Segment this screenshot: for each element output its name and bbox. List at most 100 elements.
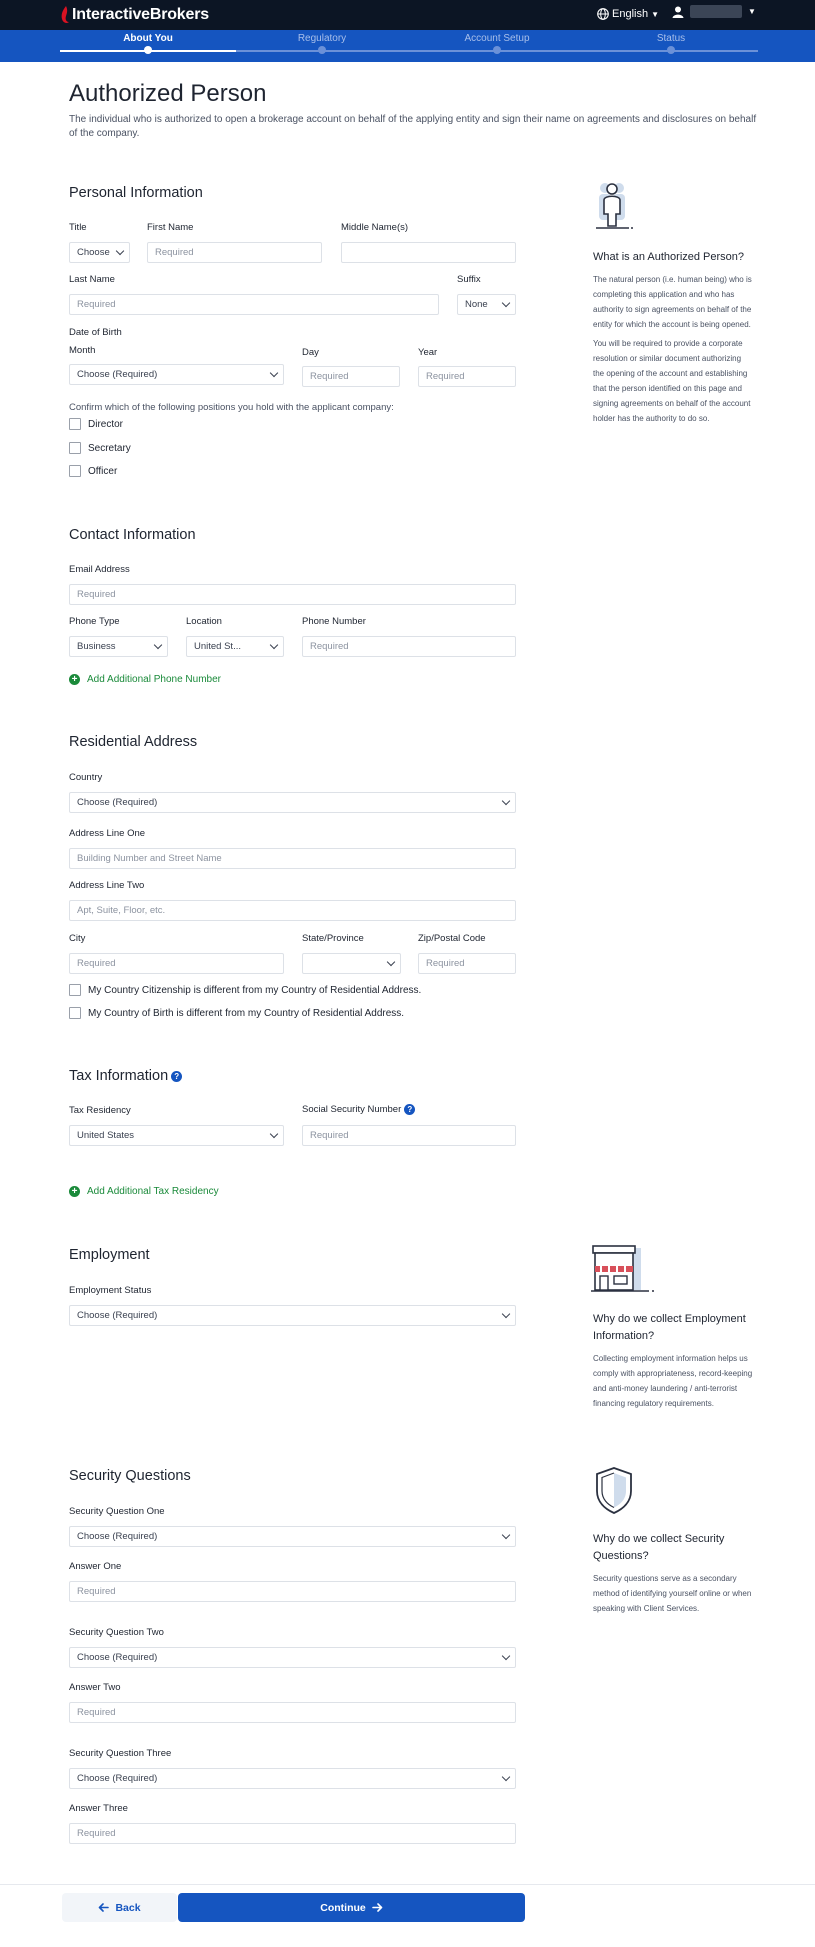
progress-steps: About You Regulatory Account Setup Statu… [0, 30, 815, 62]
chevron-down-icon [501, 796, 511, 805]
citizenship-different-checkbox[interactable] [69, 984, 81, 996]
section-title-security: Security Questions [69, 1468, 191, 1484]
step-status[interactable]: Status [611, 33, 731, 44]
address-line1-label: Address Line One [69, 828, 146, 839]
director-checkbox[interactable] [69, 418, 81, 430]
user-menu[interactable]: ▼ [672, 5, 756, 18]
suffix-label: Suffix [457, 274, 481, 285]
address-line2-input[interactable]: Apt, Suite, Floor, etc. [69, 900, 516, 921]
answer-one-label: Answer One [69, 1561, 122, 1572]
caret-down-icon: ▼ [748, 7, 756, 16]
plus-circle-icon: + [69, 1186, 80, 1197]
phone-type-select[interactable]: Business [69, 636, 168, 657]
plus-circle-icon: + [69, 674, 80, 685]
last-name-input[interactable]: Required [69, 294, 439, 315]
section-title-contact: Contact Information [69, 527, 196, 543]
globe-icon [597, 8, 609, 20]
first-name-input[interactable]: Required [147, 242, 322, 263]
chevron-down-icon [269, 1129, 279, 1138]
chevron-down-icon [153, 640, 163, 649]
arrow-left-icon [99, 1903, 110, 1912]
city-input[interactable]: Required [69, 953, 284, 974]
security-question-two-select[interactable]: Choose (Required) [69, 1647, 516, 1668]
help-icon[interactable]: ? [171, 1070, 183, 1082]
year-label: Year [418, 347, 438, 358]
caret-down-icon: ▼ [651, 9, 659, 19]
chevron-down-icon [269, 640, 279, 649]
security-question-one-select[interactable]: Choose (Required) [69, 1526, 516, 1547]
security-question-three-select[interactable]: Choose (Required) [69, 1768, 516, 1789]
authorized-person-info-p2: You will be required to provide a corpor… [593, 339, 751, 423]
suffix-select[interactable]: None [457, 294, 516, 315]
title-select[interactable]: Choose [69, 242, 130, 263]
phone-type-label: Phone Type [69, 616, 120, 627]
authorized-person-info: What is an Authorized Person? The natura… [593, 249, 753, 430]
tax-residency-select[interactable]: United States [69, 1125, 284, 1146]
state-select[interactable] [302, 953, 401, 974]
secretary-checkbox[interactable] [69, 442, 81, 454]
location-select[interactable]: United St... [186, 636, 284, 657]
step-about-you[interactable]: About You [88, 33, 208, 44]
add-tax-residency-link[interactable]: + Add Additional Tax Residency [69, 1186, 219, 1197]
chevron-down-icon [269, 368, 279, 377]
chevron-down-icon [501, 1651, 511, 1660]
chevron-down-icon [386, 957, 396, 966]
ssn-input[interactable]: Required [302, 1125, 516, 1146]
location-label: Location [186, 616, 222, 627]
storefront-icon [591, 1245, 654, 1292]
answer-two-input[interactable]: Required [69, 1702, 516, 1723]
language-selector[interactable]: English ▼ [597, 8, 659, 20]
back-button[interactable]: Back [62, 1893, 177, 1922]
director-label: Director [88, 419, 124, 430]
language-label: English [612, 8, 649, 20]
security-info: Why do we collect Security Questions? Se… [593, 1531, 753, 1620]
top-navbar: InteractiveBrokers English ▼ ▼ [0, 0, 815, 30]
day-input[interactable]: Required [302, 366, 400, 387]
step-account-setup[interactable]: Account Setup [437, 33, 557, 44]
answer-two-label: Answer Two [69, 1682, 121, 1693]
day-label: Day [302, 347, 319, 358]
chevron-down-icon [501, 1309, 511, 1318]
email-label: Email Address [69, 564, 130, 575]
middle-name-input[interactable] [341, 242, 516, 263]
country-select[interactable]: Choose (Required) [69, 792, 516, 813]
step-dot-regulatory [318, 46, 326, 54]
zip-input[interactable]: Required [418, 953, 516, 974]
year-input[interactable]: Required [418, 366, 516, 387]
ssn-label: Social Security Number? [302, 1104, 416, 1115]
birth-country-different-label: My Country of Birth is different from my… [88, 1008, 405, 1019]
employment-info-p1: Collecting employment information helps … [593, 1354, 753, 1408]
employment-status-select[interactable]: Choose (Required) [69, 1305, 516, 1326]
employment-info: Why do we collect Employment Information… [593, 1311, 753, 1415]
help-icon[interactable]: ? [404, 1104, 416, 1115]
title-label: Title [69, 222, 87, 233]
state-label: State/Province [302, 933, 364, 944]
security-question-one-label: Security Question One [69, 1506, 165, 1517]
answer-three-input[interactable]: Required [69, 1823, 516, 1844]
answer-one-input[interactable]: Required [69, 1581, 516, 1602]
citizenship-different-label: My Country Citizenship is different from… [88, 985, 422, 996]
footer-divider [0, 1884, 815, 1885]
brand-logo[interactable]: InteractiveBrokers [60, 5, 209, 25]
phone-number-input[interactable]: Required [302, 636, 516, 657]
step-dot-about-you [144, 46, 152, 54]
month-label: Month [69, 345, 96, 356]
username-redacted [690, 5, 742, 18]
shield-icon [596, 1467, 632, 1514]
add-phone-link[interactable]: + Add Additional Phone Number [69, 674, 221, 685]
zip-label: Zip/Postal Code [418, 933, 486, 944]
section-title-personal: Personal Information [69, 185, 203, 201]
address-line1-input[interactable]: Building Number and Street Name [69, 848, 516, 869]
birth-country-different-checkbox[interactable] [69, 1007, 81, 1019]
section-title-employment: Employment [69, 1247, 150, 1263]
phone-number-label: Phone Number [302, 616, 366, 627]
continue-button[interactable]: Continue [178, 1893, 525, 1922]
officer-label: Officer [88, 466, 118, 477]
month-select[interactable]: Choose (Required) [69, 364, 284, 385]
first-name-label: First Name [147, 222, 194, 233]
step-regulatory[interactable]: Regulatory [262, 33, 382, 44]
authorized-person-info-p1: The natural person (i.e. human being) wh… [593, 275, 752, 329]
email-input[interactable]: Required [69, 584, 516, 605]
step-dot-status [667, 46, 675, 54]
officer-checkbox[interactable] [69, 465, 81, 477]
